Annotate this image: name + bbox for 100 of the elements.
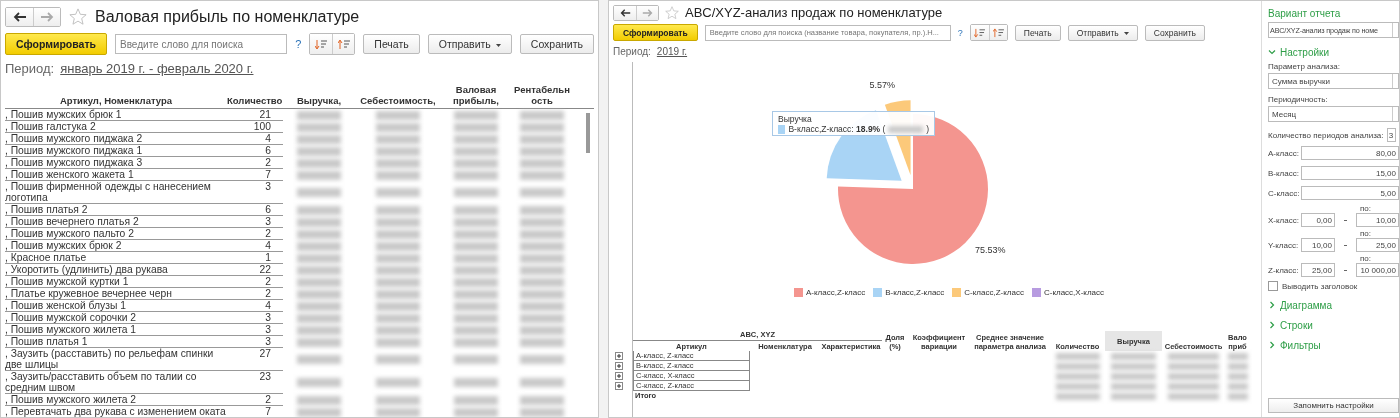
legend-label: B-класс,Z-класс (885, 288, 945, 297)
blurred-value (297, 205, 341, 215)
section-header[interactable]: Строки (1268, 315, 1399, 335)
blurred-value (376, 325, 420, 335)
blurred-value (1055, 362, 1100, 370)
blurred-value (376, 337, 420, 347)
period-label: Период: (613, 46, 651, 57)
sort-ascending-icon (992, 27, 1004, 38)
sort-ascending-button[interactable] (332, 34, 355, 54)
forward-arrow-icon (40, 12, 54, 22)
quantity-cell: 27 (227, 348, 283, 371)
toolbar-button[interactable]: Сохранить (1144, 24, 1206, 41)
save-settings-button[interactable]: Запомнить настройки (1268, 398, 1399, 413)
blurred-value (297, 355, 341, 364)
item-name-cell: , Пошив мужского жилета 2 (5, 394, 227, 406)
section-header[interactable]: Настройки (1268, 42, 1399, 62)
blurred-value (297, 217, 341, 227)
field-label: Периодичность: (1268, 95, 1329, 104)
back-button[interactable] (6, 8, 33, 26)
number-field[interactable]: 25,00 (1301, 263, 1335, 277)
quantity-cell: 7 (227, 169, 283, 181)
blurred-value (376, 134, 420, 144)
checkbox[interactable] (1268, 281, 1278, 291)
back-button[interactable] (614, 5, 636, 20)
generate-button[interactable]: Сформировать (613, 24, 698, 41)
number-field[interactable]: 10,00 (1301, 238, 1335, 252)
section-header[interactable]: Фильтры (1268, 335, 1399, 355)
number-field[interactable]: 15,00 (1301, 166, 1399, 180)
column-header: Себестоимость, (360, 95, 436, 106)
toolbar-button[interactable]: Печать (1014, 24, 1061, 41)
item-name-cell: , Укоротить (удлинить) два рукава (5, 264, 227, 276)
column-header: Выручка, (296, 95, 342, 106)
quantity-cell: 3 (227, 216, 283, 228)
expand-icon[interactable] (615, 362, 623, 370)
quantity-cell: 2 (227, 288, 283, 300)
blurred-value (1168, 362, 1219, 370)
blurred-value (297, 325, 341, 335)
blurred-value (297, 188, 341, 197)
generate-button[interactable]: Сформировать (5, 33, 107, 55)
blurred-value (454, 241, 498, 251)
number-field[interactable]: 3 (1386, 128, 1396, 142)
send-dropdown-button[interactable]: Отправить (1067, 24, 1138, 41)
sort-descending-button[interactable] (970, 25, 989, 40)
legend-label: C-класс,X-класс (1043, 288, 1105, 297)
expand-icon[interactable] (615, 352, 623, 360)
field-label: X-класс: (1268, 215, 1298, 225)
help-link[interactable]: ? (295, 38, 302, 50)
star-icon[interactable] (69, 8, 87, 26)
blurred-value (454, 301, 498, 311)
number-field[interactable]: 80,00 (1301, 146, 1399, 160)
number-field[interactable]: 10,00 (1356, 213, 1399, 227)
blurred-value (454, 217, 498, 227)
number-field[interactable]: 0,00 (1301, 213, 1335, 227)
blurred-value (297, 241, 341, 251)
blurred-value (454, 289, 498, 299)
value-label: 5.57% (869, 79, 896, 90)
expand-icon[interactable] (615, 372, 623, 380)
item-name-cell: , Пошив мужского пиджака 3 (5, 157, 227, 169)
blurred-value (376, 188, 420, 197)
period-link[interactable]: 2019 г. (656, 46, 688, 57)
search-field[interactable]: Введите слово для поиска (115, 34, 288, 54)
blurred-value (520, 134, 564, 144)
blurred-value (297, 265, 341, 275)
send-dropdown-button[interactable]: Отправить (427, 34, 512, 54)
legend-label: C-класс,Z-класс (964, 288, 1024, 297)
select-field[interactable]: Сумма выручки (1268, 73, 1399, 89)
toolbar-button[interactable]: Печать (363, 34, 420, 54)
blurred-value (297, 158, 341, 168)
number-field[interactable]: 25,00 (1356, 238, 1399, 252)
blurred-value (520, 355, 564, 364)
select-field[interactable]: Месяц (1268, 106, 1399, 122)
panel-title: Вариант отчета (1268, 8, 1342, 19)
field-label: C-класс: (1268, 188, 1298, 198)
section-header[interactable]: Диаграмма (1268, 295, 1399, 315)
blurred-value (454, 229, 498, 239)
sort-descending-button[interactable] (310, 34, 333, 54)
blurred-value (376, 217, 420, 227)
blurred-value (297, 253, 341, 263)
help-link[interactable]: ? (957, 27, 963, 38)
period-link[interactable]: январь 2019 г. - февраль 2020 г. (60, 61, 254, 76)
quantity-cell: 7 (227, 406, 283, 417)
field-label: по: (1360, 229, 1371, 238)
star-icon[interactable] (665, 5, 679, 20)
blurred-value (454, 134, 498, 144)
blurred-value (454, 277, 498, 287)
blurred-value (520, 205, 564, 215)
number-field[interactable]: 5,00 (1301, 186, 1399, 200)
field-label: Параметр анализа: (1268, 62, 1341, 71)
toolbar-button[interactable]: Сохранить (519, 34, 594, 54)
blurred-value (1055, 392, 1100, 400)
sort-descending-icon (974, 27, 986, 38)
blurred-value (376, 205, 420, 215)
expand-icon[interactable] (615, 382, 623, 390)
blurred-value (1168, 352, 1219, 360)
blurred-value (297, 122, 341, 132)
quantity-cell: 2 (227, 394, 283, 406)
blurred-value (1227, 372, 1248, 380)
quantity-cell: 2 (227, 228, 283, 240)
number-field[interactable]: 10 000,00 (1356, 263, 1399, 277)
quantity-cell: 2 (227, 157, 283, 169)
